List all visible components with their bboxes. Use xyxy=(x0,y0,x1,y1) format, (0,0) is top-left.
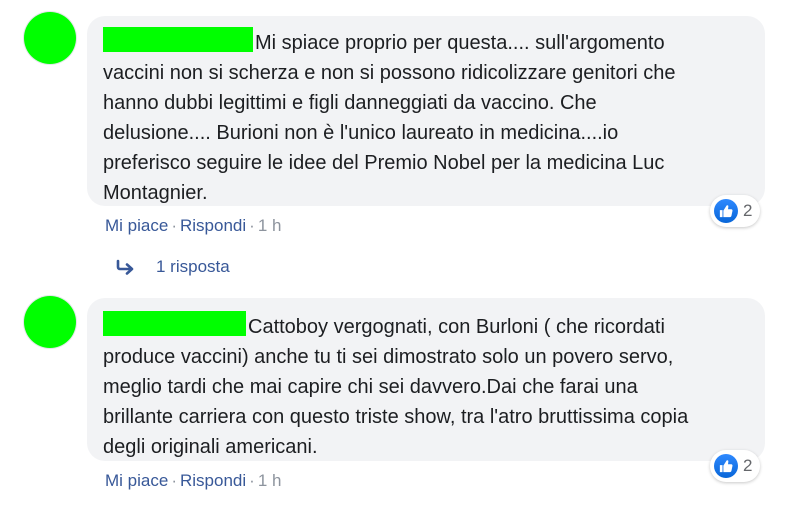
separator: · xyxy=(171,216,177,235)
comment-body: Cattoboy vergognati, con Burloni ( che r… xyxy=(103,311,763,462)
like-icon xyxy=(714,199,738,223)
comment-text-first-line: Mi spiace proprio per questa.... sull'ar… xyxy=(255,32,665,54)
comment-actions: Mi piace · Rispondi · 1 h xyxy=(105,216,281,236)
like-icon xyxy=(714,454,738,478)
author-name-redacted[interactable] xyxy=(103,311,246,336)
reply-button[interactable]: Rispondi xyxy=(180,471,246,490)
comment-text-first-line: Cattoboy vergognati, con Burloni ( che r… xyxy=(248,316,665,338)
separator: · xyxy=(249,471,255,490)
comment-body: Mi spiace proprio per questa.... sull'ar… xyxy=(103,27,763,208)
reaction-count: 2 xyxy=(743,201,753,220)
reaction-summary[interactable]: 2 xyxy=(710,450,761,482)
reply-button[interactable]: Rispondi xyxy=(180,216,246,235)
comment-text: vaccini non si scherza e non si possono … xyxy=(103,62,676,204)
timestamp[interactable]: 1 h xyxy=(258,471,282,490)
separator: · xyxy=(249,216,255,235)
reply-arrow-icon xyxy=(116,259,134,275)
avatar[interactable] xyxy=(24,296,76,348)
like-button[interactable]: Mi piace xyxy=(105,471,168,490)
replies-count-label[interactable]: 1 risposta xyxy=(156,257,230,277)
comment-actions: Mi piace · Rispondi · 1 h xyxy=(105,471,281,491)
avatar[interactable] xyxy=(24,12,76,64)
author-name-redacted[interactable] xyxy=(103,27,253,52)
comment-text: produce vaccini) anche tu ti sei dimostr… xyxy=(103,346,689,458)
separator: · xyxy=(171,471,177,490)
timestamp[interactable]: 1 h xyxy=(258,216,282,235)
like-button[interactable]: Mi piace xyxy=(105,216,168,235)
reaction-count: 2 xyxy=(743,456,753,475)
reaction-summary[interactable]: 2 xyxy=(710,195,761,227)
view-replies-link[interactable]: 1 risposta xyxy=(116,257,230,277)
